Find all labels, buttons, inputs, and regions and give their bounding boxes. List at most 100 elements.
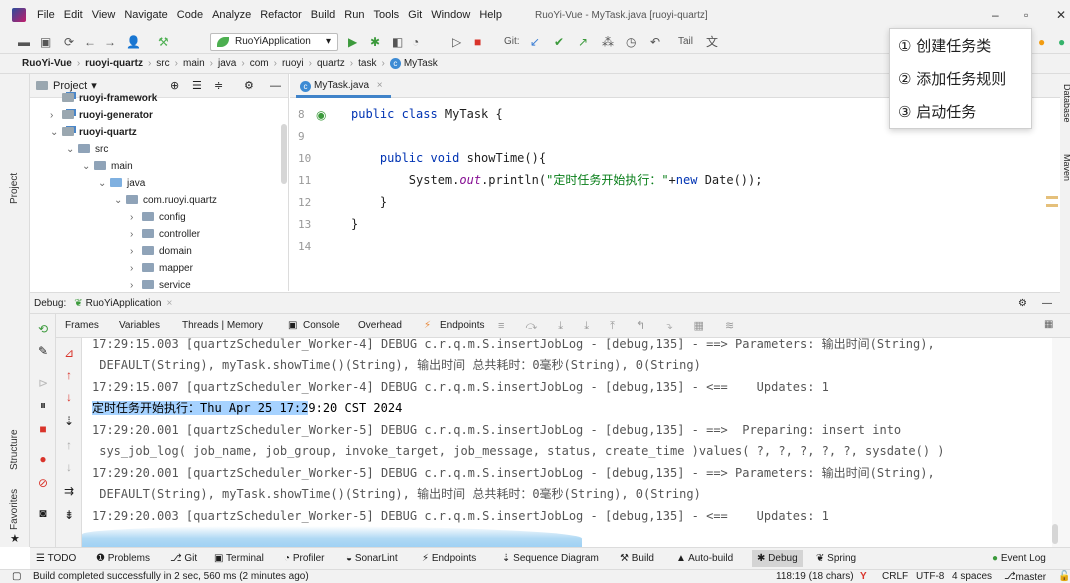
view-breakpoints-icon[interactable]: ● (33, 452, 53, 466)
sync-icon[interactable]: ⟳ (64, 35, 74, 49)
file-encoding[interactable]: UTF-8 (916, 571, 944, 582)
debug-session-tab[interactable]: RuoYiApplication (86, 298, 162, 309)
menu-tools[interactable]: Tools (373, 9, 399, 21)
tree-item[interactable]: › mapper (130, 260, 193, 277)
menu-run[interactable]: Run (344, 9, 364, 21)
tree-item[interactable]: › controller (130, 226, 200, 243)
gear-icon[interactable]: ⚙ (244, 79, 254, 92)
history-icon[interactable]: ◷ (626, 35, 636, 49)
step-up-icon[interactable]: ↑ (59, 438, 79, 452)
status-toggle-icon[interactable]: ▢ (12, 571, 21, 582)
breadcrumb-item[interactable]: quartz (317, 58, 345, 69)
tree-item[interactable]: › domain (130, 243, 192, 260)
indent-setting[interactable]: 4 spaces (952, 571, 992, 582)
close-button[interactable]: ✕ (1056, 8, 1066, 22)
tree-item[interactable]: ⌄ ruoyi-quartz (50, 124, 137, 141)
tool-tab-build[interactable]: ⚒ Build (620, 553, 654, 564)
breadcrumb-item[interactable]: ruoyi-quartz (85, 58, 143, 69)
restore-button[interactable]: ▫ (1024, 8, 1028, 22)
debug-console[interactable]: 17:29:15.003 [quartzScheduler_Worker-4] … (82, 338, 1052, 547)
step-down-icon[interactable]: ↓ (59, 460, 79, 474)
translate-icon[interactable]: 文 (706, 35, 718, 49)
hide-icon[interactable]: — (1042, 298, 1052, 309)
lock-icon[interactable]: 🔓 (1058, 571, 1070, 582)
database-tool-button[interactable]: Database (1062, 84, 1070, 123)
git-merge-icon[interactable]: ⁂ (602, 35, 614, 49)
git-commit-icon[interactable]: ✔ (554, 35, 564, 49)
tab-overhead[interactable]: Overhead (358, 320, 402, 331)
menu-help[interactable]: Help (479, 9, 502, 21)
breadcrumb-item[interactable]: java (218, 58, 236, 69)
caret-position[interactable]: 118:19 (18 chars) (776, 571, 854, 582)
tree-item[interactable]: › ruoyi-generator (50, 107, 153, 124)
tool-tab-git[interactable]: ⎇ Git (170, 553, 197, 564)
maven-tool-button[interactable]: Maven (1062, 154, 1070, 181)
status-message[interactable]: Build completed successfully in 2 sec, 5… (33, 571, 309, 582)
console-scrollbar[interactable] (1052, 524, 1058, 544)
rerun-icon[interactable]: ⟲ (33, 322, 53, 336)
down-arrow-icon[interactable]: ↓ (59, 390, 79, 404)
menu-refactor[interactable]: Refactor (260, 9, 302, 21)
minimize-button[interactable]: – (992, 8, 999, 22)
update-icon[interactable]: ● (1038, 35, 1045, 49)
build-hammer-icon[interactable]: ⚒ (158, 35, 169, 49)
tree-item[interactable]: ⌄ com.ruoyi.quartz (114, 192, 217, 209)
tab-endpoints[interactable]: Endpoints (440, 320, 484, 331)
breadcrumb-item[interactable]: main (183, 58, 205, 69)
menu-analyze[interactable]: Analyze (212, 9, 251, 21)
menu-edit[interactable]: Edit (64, 9, 83, 21)
stop-icon[interactable]: ■ (474, 35, 481, 49)
git-push-icon[interactable]: ↗ (578, 35, 588, 49)
mute-breakpoints-icon[interactable]: ⊘ (33, 476, 53, 490)
tail-button[interactable]: Tail (678, 35, 693, 49)
stop-icon[interactable]: ■ (33, 422, 53, 436)
locate-icon[interactable]: ⊕ (170, 79, 179, 92)
tool-tab-todo[interactable]: ☰ TODO (36, 553, 76, 564)
close-tab-icon[interactable]: × (377, 80, 383, 91)
structure-tool-button[interactable]: Structure (9, 429, 20, 470)
breadcrumb-item[interactable]: ruoyi (282, 58, 304, 69)
debug-step-icons[interactable]: ≡ ⤼ ⤓ ⤓ ⤒ ↰ ⤵ ▦ ≋ (498, 319, 743, 333)
layout-icon[interactable]: ▦ (1044, 319, 1053, 330)
breadcrumb-item[interactable]: com (250, 58, 269, 69)
tool-tab-debug[interactable]: ✱ Debug (752, 550, 803, 567)
inspection-icon[interactable]: Y (860, 571, 867, 582)
breadcrumb-item[interactable]: task (358, 58, 376, 69)
plugin-icon[interactable]: ● (1058, 35, 1065, 49)
modify-run-icon[interactable]: ✎ (33, 344, 53, 358)
breadcrumb-item[interactable]: RuoYi-Vue (22, 58, 72, 69)
tool-tab-problems[interactable]: ❶ Problems (96, 553, 150, 564)
tree-item[interactable]: › config (130, 209, 186, 226)
tree-item[interactable]: ⌄ src (66, 141, 108, 158)
tree-item[interactable]: ⌄ java (98, 175, 145, 192)
tab-frames[interactable]: Frames (65, 320, 99, 331)
menu-build[interactable]: Build (311, 9, 335, 21)
favorites-tool-button[interactable]: Favorites (9, 489, 20, 530)
save-all-icon[interactable]: ▣ (40, 35, 51, 49)
menu-view[interactable]: View (92, 9, 116, 21)
project-tool-button[interactable]: Project (9, 173, 20, 204)
close-tab-icon[interactable]: × (166, 298, 172, 309)
expand-all-icon[interactable]: ☰ (192, 79, 202, 92)
spring-bean-icon[interactable]: ◉ (316, 108, 326, 122)
menu-git[interactable]: Git (408, 9, 422, 21)
hide-icon[interactable]: — (270, 80, 281, 92)
resume-program-icon[interactable]: ⊳ (33, 376, 53, 390)
breadcrumb-item[interactable]: MyTask (404, 58, 438, 69)
tab-threads-memory[interactable]: Threads | Memory (182, 320, 263, 331)
menu-code[interactable]: Code (177, 9, 203, 21)
menu-window[interactable]: Window (431, 9, 470, 21)
camera-icon[interactable]: ◙ (33, 506, 53, 520)
breadcrumb-item[interactable]: src (156, 58, 169, 69)
tool-tab-endpoints[interactable]: ⚡ Endpoints (422, 553, 476, 564)
rollback-icon[interactable]: ↶ (650, 35, 660, 49)
tab-console[interactable]: Console (303, 320, 340, 331)
project-scrollbar[interactable] (281, 124, 287, 184)
menu-file[interactable]: File (37, 9, 55, 21)
tree-item[interactable]: › service (130, 277, 191, 291)
tab-variables[interactable]: Variables (119, 320, 160, 331)
clear-icon[interactable]: ⊿ (59, 346, 79, 360)
back-icon[interactable]: ← (84, 35, 96, 49)
soft-wrap-icon[interactable]: ⇉ (59, 484, 79, 498)
menu-navigate[interactable]: Navigate (124, 9, 167, 21)
